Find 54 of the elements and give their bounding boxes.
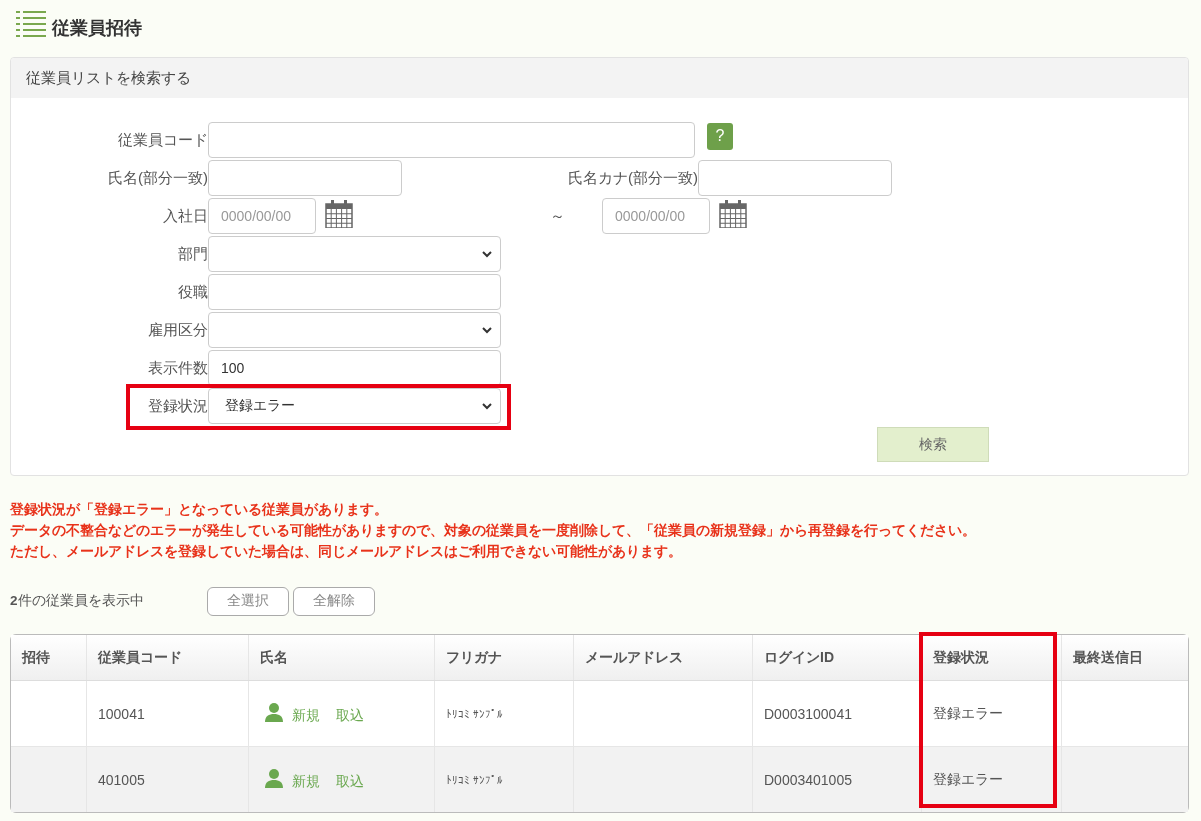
page-title: 従業員招待: [52, 17, 142, 40]
column-header: ログインID: [752, 635, 922, 681]
select-field[interactable]: [208, 312, 501, 348]
result-count: 2件の従業員を表示中: [10, 592, 145, 610]
table-cell: D0003401005: [752, 746, 922, 812]
text-field[interactable]: [208, 122, 695, 158]
warning-message: ただし、メールアドレスを登録していた場合は、同じメールアドレスはご利用できない可能性があります。: [10, 543, 683, 561]
chevron-down-icon: [482, 250, 492, 258]
text-field[interactable]: 100: [208, 350, 501, 386]
field-label: 雇用区分: [147, 320, 208, 340]
column-header: フリガナ: [434, 635, 574, 681]
field-label: 従業員コード: [117, 130, 208, 150]
list-icon: [16, 10, 46, 40]
warning-message: データの不整合などのエラーが発生している可能性がありますので、対象の従業員を一度削除して、「従業員の新規登録」から再登録を行ってください。: [10, 522, 977, 540]
text-field[interactable]: [698, 160, 892, 196]
chevron-down-icon: [482, 402, 492, 410]
help-button[interactable]: ?: [707, 122, 733, 150]
deselect-all-button[interactable]: 全解除: [293, 586, 375, 616]
table-cell: ﾄﾘｺﾐ ｻﾝﾌﾟﾙ: [434, 746, 574, 812]
field-label: 役職: [177, 282, 208, 302]
field-label: 氏名カナ(部分一致): [567, 168, 698, 188]
table-link[interactable]: 取込: [336, 706, 364, 723]
panel-title: 従業員リストを検索する: [11, 58, 1188, 98]
column-header: 最終送信日: [1061, 635, 1188, 681]
field-label: 氏名(部分一致): [107, 168, 208, 188]
table-link[interactable]: 新規: [292, 772, 320, 789]
calendar-icon[interactable]: [719, 200, 747, 228]
table-link[interactable]: 取込: [336, 772, 364, 789]
column-header: 登録状況: [921, 635, 1062, 681]
person-icon: [265, 768, 283, 788]
column-header: 従業員コード: [86, 635, 249, 681]
date-field[interactable]: 0000/00/00: [602, 198, 710, 234]
table-cell: 登録エラー: [921, 746, 1062, 812]
calendar-icon[interactable]: [325, 200, 353, 228]
select-field[interactable]: 登録エラー: [208, 388, 501, 424]
warning-message: 登録状況が「登録エラー」となっている従業員があります。: [10, 501, 389, 519]
person-icon: [265, 702, 283, 722]
column-header: メールアドレス: [573, 635, 753, 681]
select-field[interactable]: [208, 236, 501, 272]
column-header: 氏名: [248, 635, 435, 681]
search-button[interactable]: 検索: [877, 427, 989, 462]
select-all-button[interactable]: 全選択: [207, 586, 289, 616]
range-separator: ～: [550, 206, 566, 226]
column-header: 招待: [11, 635, 87, 681]
text-field[interactable]: [208, 274, 501, 310]
field-label: 登録状況: [147, 396, 208, 416]
field-label: 入社日: [162, 206, 208, 226]
text-field[interactable]: [208, 160, 402, 196]
table-cell: 401005: [86, 746, 249, 812]
table-link[interactable]: 新規: [292, 706, 320, 723]
field-label: 部門: [177, 244, 208, 264]
date-field[interactable]: 0000/00/00: [208, 198, 316, 234]
field-label: 表示件数: [147, 358, 208, 378]
chevron-down-icon: [482, 326, 492, 334]
